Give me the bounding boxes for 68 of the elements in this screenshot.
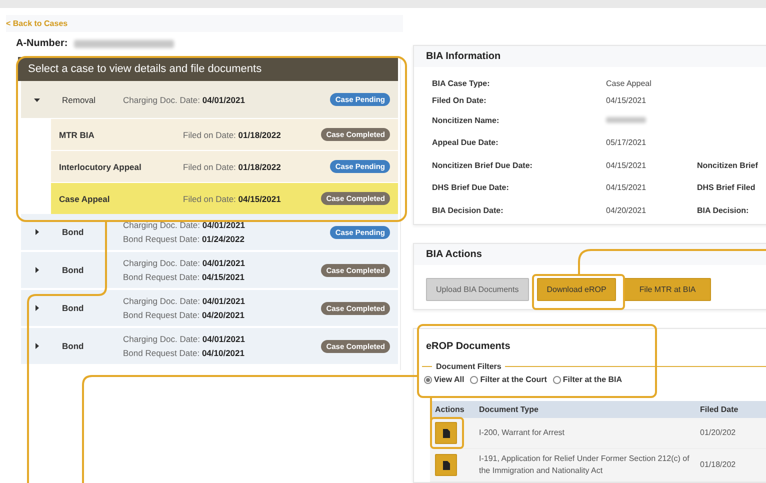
field-label: BIA Decision: — [697, 206, 750, 215]
radio-button[interactable] — [470, 376, 478, 384]
case-type: Bond — [62, 227, 85, 237]
case-type: MTR BIA — [58, 130, 96, 140]
field-label: DHS Brief Due Date: — [432, 183, 510, 192]
case-date: Filed on Date: 04/15/2021 — [183, 194, 282, 204]
field-value: Case Appeal — [606, 79, 652, 88]
case-date: Bond Request Date: 01/24/2022 — [123, 234, 246, 244]
case-date: Bond Request Date: 04/20/2021 — [123, 310, 246, 320]
highlight-outline — [430, 417, 464, 449]
field-label: BIA Decision Date: — [432, 206, 504, 215]
field-label: Noncitizen Name: — [432, 116, 500, 125]
filter-radio[interactable]: Filter at the Court — [470, 375, 547, 384]
case-type: Bond — [62, 341, 85, 351]
field-label: Noncitizen Brief — [697, 160, 758, 170]
column-header[interactable]: Filed Date — [695, 401, 766, 418]
field-label: BIA Case Type: — [432, 79, 491, 88]
a-number-label: A-Number: — [16, 38, 68, 49]
case-date: Charging Doc. Date: 04/01/2021 — [123, 94, 246, 104]
field-value: 04/15/2021 — [606, 160, 648, 170]
field-value: 04/15/2021 — [606, 96, 648, 105]
document-icon — [442, 460, 450, 470]
field-value: 05/17/2021 — [606, 138, 648, 148]
case-type: Case Appeal — [58, 194, 111, 204]
table-cell: I-191, Application for Relief Under Former Section 212(c) of the Immigration and Nationality Act — [474, 448, 695, 482]
filter-legend: Document Filters — [432, 362, 506, 371]
field-value: 04/20/2021 — [606, 206, 648, 215]
caret-right-icon[interactable] — [34, 267, 40, 273]
field-label: DHS Brief Filed — [697, 183, 756, 192]
case-date: Bond Request Date: 04/15/2021 — [123, 272, 246, 282]
field-label: Appeal Due Date: — [432, 138, 500, 148]
document-icon — [442, 428, 450, 438]
card-title: BIA Actions — [414, 244, 766, 265]
column-header[interactable]: Document Type — [474, 401, 695, 418]
case-date: Filed on Date: 01/18/2022 — [183, 130, 282, 140]
table-cell: 01/20/202 — [695, 418, 766, 448]
filter-radio[interactable]: View All — [424, 375, 464, 384]
radio-button[interactable] — [552, 376, 561, 384]
case-type: Bond — [62, 265, 85, 275]
case-date: Charging Doc. Date: 04/01/2021 — [123, 258, 246, 268]
case-date: Charging Doc. Date: 04/01/2021 — [123, 334, 246, 344]
field-label: Filed On Date: — [432, 96, 488, 105]
case-type: Removal — [62, 94, 97, 104]
case-date: Filed on Date: 01/18/2022 — [183, 162, 282, 172]
caret-right-icon[interactable] — [34, 229, 40, 235]
case-type: Interlocutory Appeal — [58, 162, 142, 172]
case-date: Charging Doc. Date: 04/01/2021 — [123, 220, 246, 230]
field-value: 04/15/2021 — [606, 183, 648, 192]
caret-down-icon[interactable] — [34, 96, 40, 102]
radio-button[interactable] — [424, 376, 432, 384]
column-header[interactable]: Actions — [430, 401, 474, 418]
table-cell: 01/18/202 — [695, 448, 766, 482]
callout-line — [430, 397, 432, 420]
card-title: BIA Information — [414, 46, 766, 67]
caret-right-icon[interactable] — [34, 305, 40, 311]
document-button[interactable] — [435, 422, 457, 444]
case-date: Charging Doc. Date: 04/01/2021 — [123, 296, 246, 306]
filter-radio[interactable]: Filter at the BIA — [552, 375, 622, 384]
case-date: Bond Request Date: 04/10/2021 — [123, 348, 246, 358]
case-type: Bond — [62, 303, 85, 313]
table-cell: I-200, Warrant for Arrest — [474, 418, 695, 448]
card-title: eROP Documents — [414, 329, 766, 362]
action-button[interactable]: File MTR at BIA — [624, 278, 711, 301]
case-list-header: Select a case to view details and file documents — [18, 57, 398, 81]
field-label: Noncitizen Brief Due Date: — [432, 160, 534, 170]
caret-right-icon[interactable] — [34, 343, 40, 349]
document-button[interactable] — [435, 454, 457, 476]
action-button[interactable]: Download eROP — [536, 278, 616, 301]
